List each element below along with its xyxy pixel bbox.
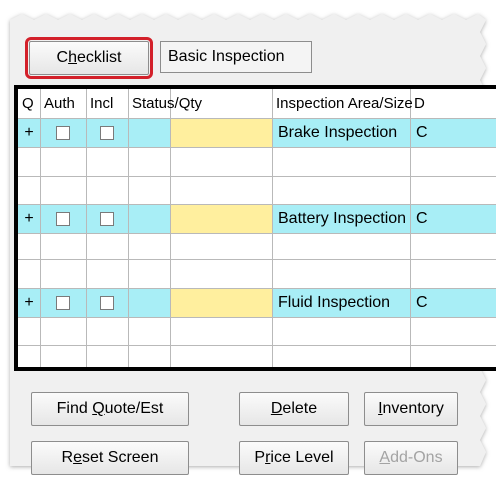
checklist-button[interactable]: Ch ecklist (25, 37, 153, 79)
incl-checkbox[interactable] (100, 296, 114, 310)
checklist-label-pre: C (56, 49, 69, 66)
incl-checkbox[interactable] (100, 212, 114, 226)
price-level-button[interactable]: Pr ice Level (239, 441, 349, 475)
find-quote-est-button[interactable]: Find Quote/Est (31, 392, 189, 426)
checklist-name-field[interactable]: Basic Inspection (160, 41, 312, 73)
add-ons-button[interactable]: Add-Ons (364, 441, 458, 475)
description-cell[interactable]: C (410, 205, 428, 233)
description-cell[interactable]: C (410, 289, 428, 317)
inspection-area-cell[interactable]: Fluid Inspection (272, 289, 390, 317)
column-header-status-qty[interactable]: Status/Qty (128, 89, 202, 117)
inventory-button[interactable]: Inventory (364, 392, 458, 426)
status-qty-cell[interactable] (170, 205, 272, 233)
auth-checkbox[interactable] (56, 212, 70, 226)
inspection-grid: Q Auth Incl Status/Qty Inspection Area/S… (14, 85, 496, 371)
inspection-area-cell[interactable]: Battery Inspection (272, 205, 406, 233)
column-header-q[interactable]: Q (18, 89, 40, 117)
delete-button[interactable]: Delete (239, 392, 349, 426)
checklist-label-post: ecklist (77, 49, 122, 66)
column-header-auth[interactable]: Auth (40, 89, 86, 117)
expand-row-button[interactable]: + (20, 119, 38, 147)
auth-checkbox[interactable] (56, 296, 70, 310)
inspection-area-cell[interactable]: Brake Inspection (272, 119, 397, 147)
inspection-panel: Checklist Basic Inspection Q Auth Incl (0, 0, 496, 480)
column-header-incl[interactable]: Incl (86, 89, 128, 117)
expand-row-button[interactable]: + (20, 289, 38, 317)
status-qty-cell[interactable] (170, 119, 272, 147)
column-header-inspection-area[interactable]: Inspection Area/Size (272, 89, 413, 117)
incl-checkbox[interactable] (100, 126, 114, 140)
description-cell[interactable]: C (410, 119, 428, 147)
column-header-description[interactable]: D (410, 89, 450, 117)
checklist-name-value: Basic Inspection (168, 48, 285, 65)
reset-screen-button[interactable]: Re set Screen (31, 441, 189, 475)
auth-checkbox[interactable] (56, 126, 70, 140)
expand-row-button[interactable]: + (20, 205, 38, 233)
status-qty-cell[interactable] (170, 289, 272, 317)
checklist-label-mnemonic: h (68, 49, 77, 66)
